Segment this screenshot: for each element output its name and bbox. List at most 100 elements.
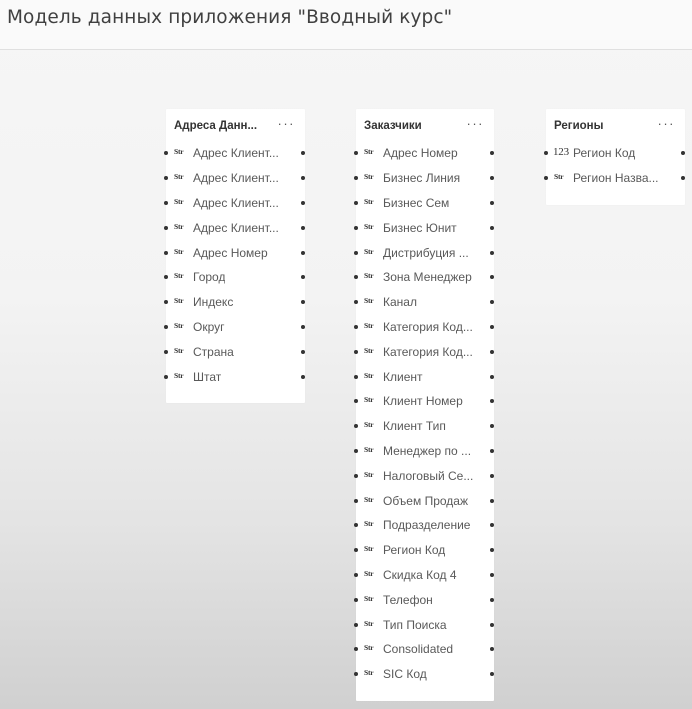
connection-dot-icon[interactable] [490,374,494,379]
connection-dot-icon[interactable] [301,275,305,280]
field-row[interactable]: Str Адрес Клиент... [164,168,305,193]
connection-dot-icon[interactable] [490,548,494,553]
connection-dot-icon[interactable] [490,200,494,205]
connection-dot-icon[interactable] [354,200,358,205]
field-row[interactable]: Str Объем Продаж [354,490,494,515]
connection-dot-icon[interactable] [164,200,168,205]
connection-dot-icon[interactable] [301,200,305,205]
connection-dot-icon[interactable] [354,151,358,156]
more-options-icon[interactable]: ··· [467,116,485,131]
field-row[interactable]: Str Скидка Код 4 [354,565,494,590]
connection-dot-icon[interactable] [164,300,168,305]
connection-dot-icon[interactable] [490,572,494,577]
connection-dot-icon[interactable] [354,622,358,627]
connection-dot-icon[interactable] [490,324,494,329]
connection-dot-icon[interactable] [354,672,358,677]
field-row[interactable]: Str Адрес Клиент... [164,217,305,242]
table-title[interactable]: Заказчики [364,120,422,132]
connection-dot-icon[interactable] [490,448,494,453]
connection-dot-icon[interactable] [354,225,358,230]
connection-dot-icon[interactable] [301,324,305,329]
table-card-customers[interactable]: Заказчики ··· Str Адрес Номер Str Бизнес Ли… [354,109,494,701]
field-row[interactable]: Str Бизнес Сем [354,193,494,218]
connection-dot-icon[interactable] [354,498,358,503]
connection-dot-icon[interactable] [681,151,685,156]
connection-dot-icon[interactable] [301,250,305,255]
field-row[interactable]: Str Телефон [354,589,494,614]
connection-dot-icon[interactable] [354,548,358,553]
table-title[interactable]: Адреса Данн... [174,120,257,132]
connection-dot-icon[interactable] [354,176,358,181]
connection-dot-icon[interactable] [354,349,358,354]
field-row[interactable]: Str Адрес Номер [354,143,494,168]
field-row[interactable]: Str Клиент [354,366,494,391]
field-row[interactable]: Str Менеджер по ... [354,441,494,466]
connection-dot-icon[interactable] [354,647,358,652]
field-row[interactable]: Str Страна [164,341,305,366]
field-row[interactable]: Str Зона Менеджер [354,267,494,292]
connection-dot-icon[interactable] [354,523,358,528]
connection-dot-icon[interactable] [301,300,305,305]
field-row[interactable]: Str Канал [354,292,494,317]
field-row[interactable]: Str Адрес Клиент... [164,143,305,168]
table-card-addresses[interactable]: Адреса Данн... ··· Str Адрес Клиент... Str… [164,109,305,403]
connection-dot-icon[interactable] [490,647,494,652]
field-row[interactable]: Str Штат [164,366,305,391]
field-row[interactable]: Str Клиент Номер [354,391,494,416]
connection-dot-icon[interactable] [164,151,168,156]
field-row[interactable]: Str Регион Назва... [544,168,685,193]
connection-dot-icon[interactable] [544,176,548,181]
connection-dot-icon[interactable] [490,597,494,602]
connection-dot-icon[interactable] [490,399,494,404]
connection-dot-icon[interactable] [490,424,494,429]
connection-dot-icon[interactable] [544,151,548,156]
connection-dot-icon[interactable] [164,349,168,354]
connection-dot-icon[interactable] [354,374,358,379]
field-row[interactable]: Str Тип Поиска [354,614,494,639]
field-row[interactable]: Str Бизнес Юнит [354,217,494,242]
field-row[interactable]: Str Регион Код [354,540,494,565]
connection-dot-icon[interactable] [490,225,494,230]
connection-dot-icon[interactable] [354,473,358,478]
field-row[interactable]: Str Бизнес Линия [354,168,494,193]
connection-dot-icon[interactable] [354,572,358,577]
field-row[interactable]: Str Адрес Клиент... [164,193,305,218]
connection-dot-icon[interactable] [490,176,494,181]
connection-dot-icon[interactable] [301,176,305,181]
connection-dot-icon[interactable] [490,498,494,503]
field-row[interactable]: Str Consolidated [354,639,494,664]
connection-dot-icon[interactable] [354,448,358,453]
connection-dot-icon[interactable] [164,225,168,230]
field-row[interactable]: Str Округ [164,317,305,342]
more-options-icon[interactable]: ··· [658,116,676,131]
connection-dot-icon[interactable] [490,523,494,528]
connection-dot-icon[interactable] [301,374,305,379]
table-title[interactable]: Регионы [554,120,603,132]
connection-dot-icon[interactable] [354,275,358,280]
connection-dot-icon[interactable] [164,324,168,329]
connection-dot-icon[interactable] [354,399,358,404]
connection-dot-icon[interactable] [164,275,168,280]
connection-dot-icon[interactable] [490,349,494,354]
connection-dot-icon[interactable] [164,250,168,255]
connection-dot-icon[interactable] [354,300,358,305]
connection-dot-icon[interactable] [490,300,494,305]
field-row[interactable]: Str Подразделение [354,515,494,540]
field-row[interactable]: Str Индекс [164,292,305,317]
connection-dot-icon[interactable] [490,151,494,156]
connection-dot-icon[interactable] [354,424,358,429]
connection-dot-icon[interactable] [301,349,305,354]
more-options-icon[interactable]: ··· [278,116,296,131]
connection-dot-icon[interactable] [354,324,358,329]
field-row[interactable]: Str Налоговый Се... [354,465,494,490]
connection-dot-icon[interactable] [490,622,494,627]
field-row[interactable]: Str SIC Код [354,664,494,689]
field-row[interactable]: Str Город [164,267,305,292]
connection-dot-icon[interactable] [301,151,305,156]
field-row[interactable]: Str Категория Код... [354,341,494,366]
connection-dot-icon[interactable] [164,176,168,181]
field-row[interactable]: 123 Регион Код [544,143,685,168]
connection-dot-icon[interactable] [354,597,358,602]
connection-dot-icon[interactable] [490,473,494,478]
connection-dot-icon[interactable] [681,176,685,181]
